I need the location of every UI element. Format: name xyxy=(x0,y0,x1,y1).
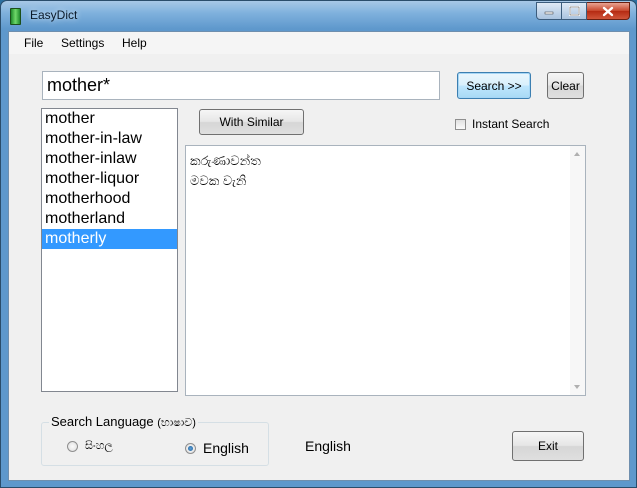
minimize-button[interactable] xyxy=(536,2,562,20)
search-language-group: Search Language (භාෂාව) සිංහල English xyxy=(41,414,269,466)
scroll-down-icon[interactable] xyxy=(574,385,580,389)
maximize-icon xyxy=(568,6,580,16)
with-similar-button[interactable]: With Similar xyxy=(199,109,304,135)
window-controls xyxy=(536,2,630,20)
menu-help[interactable]: Help xyxy=(122,36,147,50)
radio-sinhala[interactable]: සිංහල xyxy=(67,440,113,453)
instant-search-checkbox[interactable]: Instant Search xyxy=(455,117,549,131)
search-language-legend: Search Language (භාෂාව) xyxy=(49,414,198,430)
close-icon xyxy=(602,6,614,16)
scroll-up-icon[interactable] xyxy=(574,152,580,156)
result-textarea[interactable]: කරුණාවන්ත මවක වැනි xyxy=(185,145,586,396)
checkbox-box[interactable] xyxy=(455,118,466,130)
list-item[interactable]: mother-in-law xyxy=(42,129,177,149)
list-item[interactable]: mother-inlaw xyxy=(42,149,177,169)
result-text: කරුණාවන්ත මවක වැනි xyxy=(190,151,261,191)
current-language-label: English xyxy=(305,438,351,454)
radio-button-checked[interactable] xyxy=(185,442,196,454)
list-item-selected[interactable]: motherly xyxy=(42,229,177,249)
word-list[interactable]: mother mother-in-law mother-inlaw mother… xyxy=(41,108,178,392)
result-line: කරුණාවන්ත xyxy=(190,153,261,168)
radio-english-label: English xyxy=(203,440,249,456)
close-button[interactable] xyxy=(587,2,630,20)
client-area: File Settings Help Search >> Clear mothe… xyxy=(8,31,630,481)
list-item[interactable]: mother-liquor xyxy=(42,169,177,189)
title-bar[interactable]: EasyDict xyxy=(1,1,636,31)
maximize-button[interactable] xyxy=(562,2,587,20)
minimize-icon xyxy=(544,11,554,15)
result-line: මවක වැනි xyxy=(190,173,247,188)
legend-sinhala: (භාෂාව) xyxy=(157,417,196,429)
list-item[interactable]: motherhood xyxy=(42,189,177,209)
menu-bar: File Settings Help xyxy=(9,32,629,54)
vertical-scrollbar[interactable] xyxy=(570,146,585,395)
window-title: EasyDict xyxy=(30,8,78,22)
app-window: EasyDict File Settings Help Search >> Cl… xyxy=(0,0,637,488)
instant-search-label: Instant Search xyxy=(472,117,550,131)
menu-settings[interactable]: Settings xyxy=(61,36,104,50)
list-item[interactable]: motherland xyxy=(42,209,177,229)
menu-file[interactable]: File xyxy=(24,36,43,50)
clear-button[interactable]: Clear xyxy=(547,72,584,99)
search-input[interactable] xyxy=(42,71,440,100)
radio-button[interactable] xyxy=(67,441,78,452)
radio-english[interactable]: English xyxy=(185,440,249,456)
exit-button[interactable]: Exit xyxy=(512,431,584,461)
legend-text: Search Language xyxy=(51,414,154,429)
list-item[interactable]: mother xyxy=(42,109,177,129)
app-icon xyxy=(10,8,21,25)
radio-sinhala-label: සිංහල xyxy=(85,440,113,452)
search-button[interactable]: Search >> xyxy=(457,72,531,99)
